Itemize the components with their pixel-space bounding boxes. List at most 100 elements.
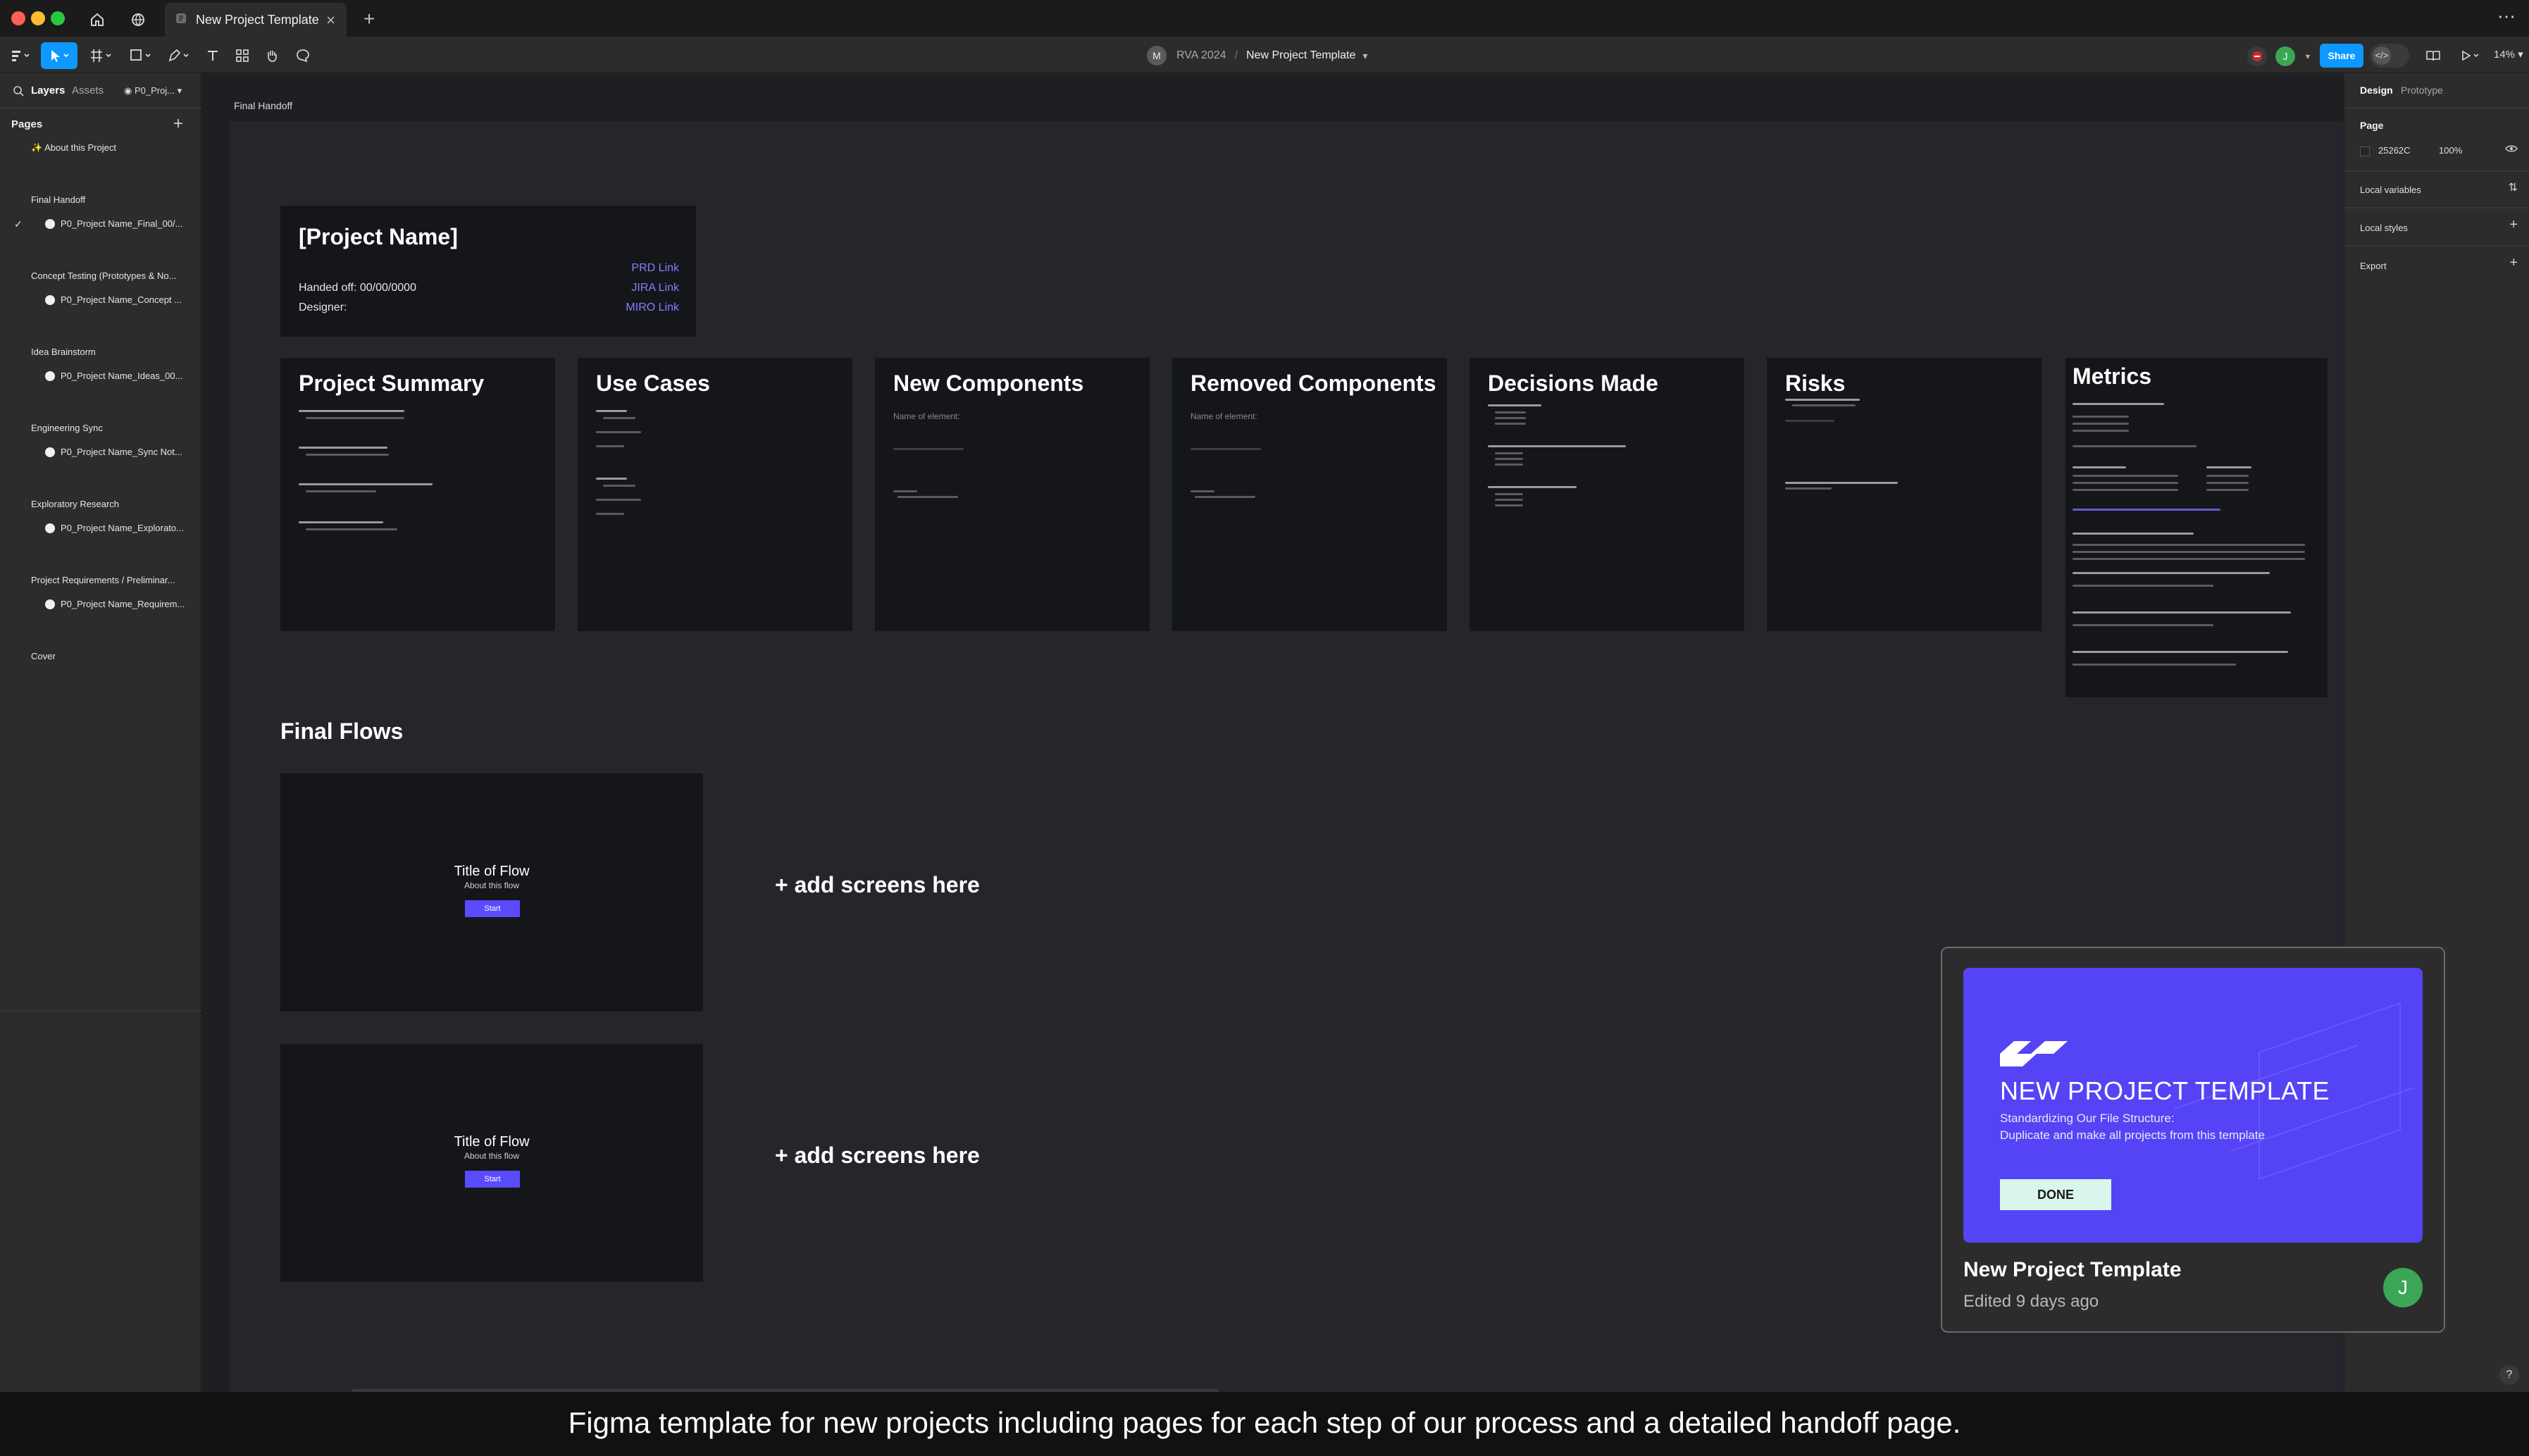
preview-file-name[interactable]: New Project Template [1963, 1258, 2182, 1282]
layers-panel: Layers Assets ◉ P0_Proj... ▾ Pages + ✨ A… [0, 73, 201, 1392]
page-selector[interactable]: ◉ P0_Proj... ▾ [124, 85, 182, 97]
shape-tool-icon[interactable] [124, 42, 158, 69]
placeholder-line [2073, 466, 2126, 468]
main-menu-icon[interactable] [7, 42, 35, 69]
add-style-icon[interactable]: + [2509, 217, 2518, 233]
maximize-window-button[interactable] [51, 11, 65, 25]
new-tab-button[interactable]: + [355, 6, 383, 34]
placeholder-line [2073, 624, 2213, 626]
file-preview-card[interactable]: NEW PROJECT TEMPLATE Standardizing Our F… [1941, 947, 2445, 1333]
owner-avatar[interactable]: J [2383, 1268, 2423, 1307]
placeholder-line [2206, 466, 2251, 468]
user-avatar[interactable]: J [2275, 46, 2295, 66]
page-item[interactable]: Engineering Sync [31, 423, 193, 433]
tab-layers[interactable]: Layers [31, 85, 65, 97]
local-variables-label[interactable]: Local variables [2360, 185, 2421, 195]
minimize-window-button[interactable] [31, 11, 45, 25]
background-opacity[interactable]: 100% [2439, 145, 2462, 156]
file-thumbnail[interactable]: NEW PROJECT TEMPLATE Standardizing Our F… [1963, 968, 2423, 1243]
placeholder-line [2073, 430, 2129, 432]
flow-title: Title of Flow [454, 864, 530, 879]
page-item[interactable]: P0_Project Name_Ideas_00... [45, 371, 207, 381]
prd-link[interactable]: PRD Link [631, 262, 679, 275]
share-button[interactable]: Share [2320, 44, 2363, 68]
move-tool-icon[interactable] [41, 42, 77, 69]
flow-card[interactable]: Title of Flow About this flow Start [280, 1044, 703, 1282]
placeholder-line [1195, 496, 1255, 498]
tab-prototype[interactable]: Prototype [2401, 85, 2443, 96]
chevron-down-icon[interactable]: ▾ [1362, 50, 1367, 62]
background-hex[interactable]: 25262C [2378, 145, 2411, 156]
chevron-down-icon[interactable]: ▾ [2298, 46, 2318, 66]
present-icon[interactable] [2454, 42, 2487, 69]
dev-mode-toggle[interactable]: </> [2370, 44, 2409, 68]
flow-start-button[interactable]: Start [465, 1171, 520, 1188]
resources-icon[interactable] [230, 42, 255, 69]
section-card-use-cases[interactable]: Use Cases [578, 358, 852, 631]
section-card-metrics[interactable]: Metrics [2065, 358, 2328, 697]
panel-divider[interactable] [0, 1010, 201, 1012]
metrics-link[interactable] [2073, 509, 2220, 511]
collaborator-icon[interactable] [2247, 46, 2267, 66]
pen-tool-icon[interactable] [162, 42, 196, 69]
frame-tool-icon[interactable] [86, 42, 117, 69]
section-card-decisions-made[interactable]: Decisions Made [1469, 358, 1744, 631]
variables-icon[interactable]: ⇅ [2509, 180, 2518, 194]
add-page-icon[interactable]: + [173, 114, 183, 134]
flow-card[interactable]: Title of Flow About this flow Start [280, 773, 703, 1012]
tab-assets[interactable]: Assets [72, 85, 104, 97]
library-icon[interactable] [2419, 42, 2447, 69]
page-item[interactable]: ✨ About this Project [31, 142, 193, 154]
flow-start-button[interactable]: Start [465, 900, 520, 917]
page-item[interactable]: P0_Project Name_Requirem... [45, 599, 207, 609]
page-item-label: P0_Project Name_Explorato... [61, 523, 184, 533]
page-item[interactable]: P0_Project Name_Explorato... [45, 523, 207, 533]
hand-tool-icon[interactable] [259, 42, 285, 69]
section-card-removed-components[interactable]: Removed Components Name of element: [1172, 358, 1447, 631]
placeholder-line [306, 454, 389, 456]
eye-icon[interactable] [2505, 144, 2518, 156]
add-export-icon[interactable]: + [2509, 255, 2518, 271]
tab-design[interactable]: Design [2360, 85, 2393, 96]
page-item[interactable]: Idea Brainstorm [31, 347, 193, 357]
document-tab[interactable]: New Project Template × [165, 3, 347, 37]
more-icon[interactable]: ⋯ [2497, 6, 2516, 27]
page-item[interactable]: Final Handoff [31, 194, 193, 205]
miro-link[interactable]: MIRO Link [626, 301, 679, 314]
text-tool-icon[interactable] [200, 42, 225, 69]
comment-tool-icon[interactable] [290, 42, 316, 69]
section-card-new-components[interactable]: New Components Name of element: [875, 358, 1150, 631]
close-window-button[interactable] [11, 11, 25, 25]
handoff-card[interactable]: [Project Name] Handed off: 00/00/0000 De… [280, 206, 696, 337]
breadcrumb: M RVA 2024 / New Project Template ▾ [1147, 44, 1367, 68]
zoom-level[interactable]: 14% ▾ [2494, 48, 2523, 61]
color-swatch[interactable] [2360, 146, 2370, 156]
section-card-risks[interactable]: Risks [1767, 358, 2042, 631]
home-icon[interactable] [83, 6, 111, 34]
page-item[interactable]: Exploratory Research [31, 499, 193, 509]
section-title: Risks [1785, 371, 1846, 396]
page-item[interactable]: P0_Project Name_Sync Not... [45, 447, 207, 457]
background-fill[interactable]: 25262C [2360, 145, 2411, 156]
page-item[interactable]: Cover [31, 651, 193, 661]
panel-divider [2344, 245, 2529, 247]
page-item-current[interactable]: P0_Project Name_Final_00/... [45, 218, 207, 229]
thumbnail-subtitle: Standardizing Our File Structure: [2000, 1112, 2175, 1125]
help-icon[interactable]: ? [2499, 1365, 2519, 1385]
file-name[interactable]: New Project Template [1246, 49, 1355, 62]
search-icon[interactable] [13, 85, 24, 99]
team-avatar[interactable]: M [1147, 46, 1167, 66]
frame-label[interactable]: Final Handoff [234, 100, 292, 111]
page-item[interactable]: P0_Project Name_Concept ... [45, 294, 207, 305]
tab-close-icon[interactable]: × [326, 11, 335, 30]
team-name[interactable]: RVA 2024 [1176, 49, 1226, 62]
page-item[interactable]: Project Requirements / Preliminar... [31, 575, 193, 585]
section-title: Decisions Made [1488, 371, 1658, 396]
toolbar: M RVA 2024 / New Project Template ▾ J ▾ … [0, 38, 2529, 73]
section-card-project-summary[interactable]: Project Summary [280, 358, 555, 631]
placeholder-line [2073, 475, 2178, 477]
page-item[interactable]: Concept Testing (Prototypes & No... [31, 270, 193, 281]
jira-link[interactable]: JIRA Link [631, 282, 679, 294]
globe-icon[interactable] [124, 6, 152, 34]
placeholder-line [1785, 399, 1860, 401]
